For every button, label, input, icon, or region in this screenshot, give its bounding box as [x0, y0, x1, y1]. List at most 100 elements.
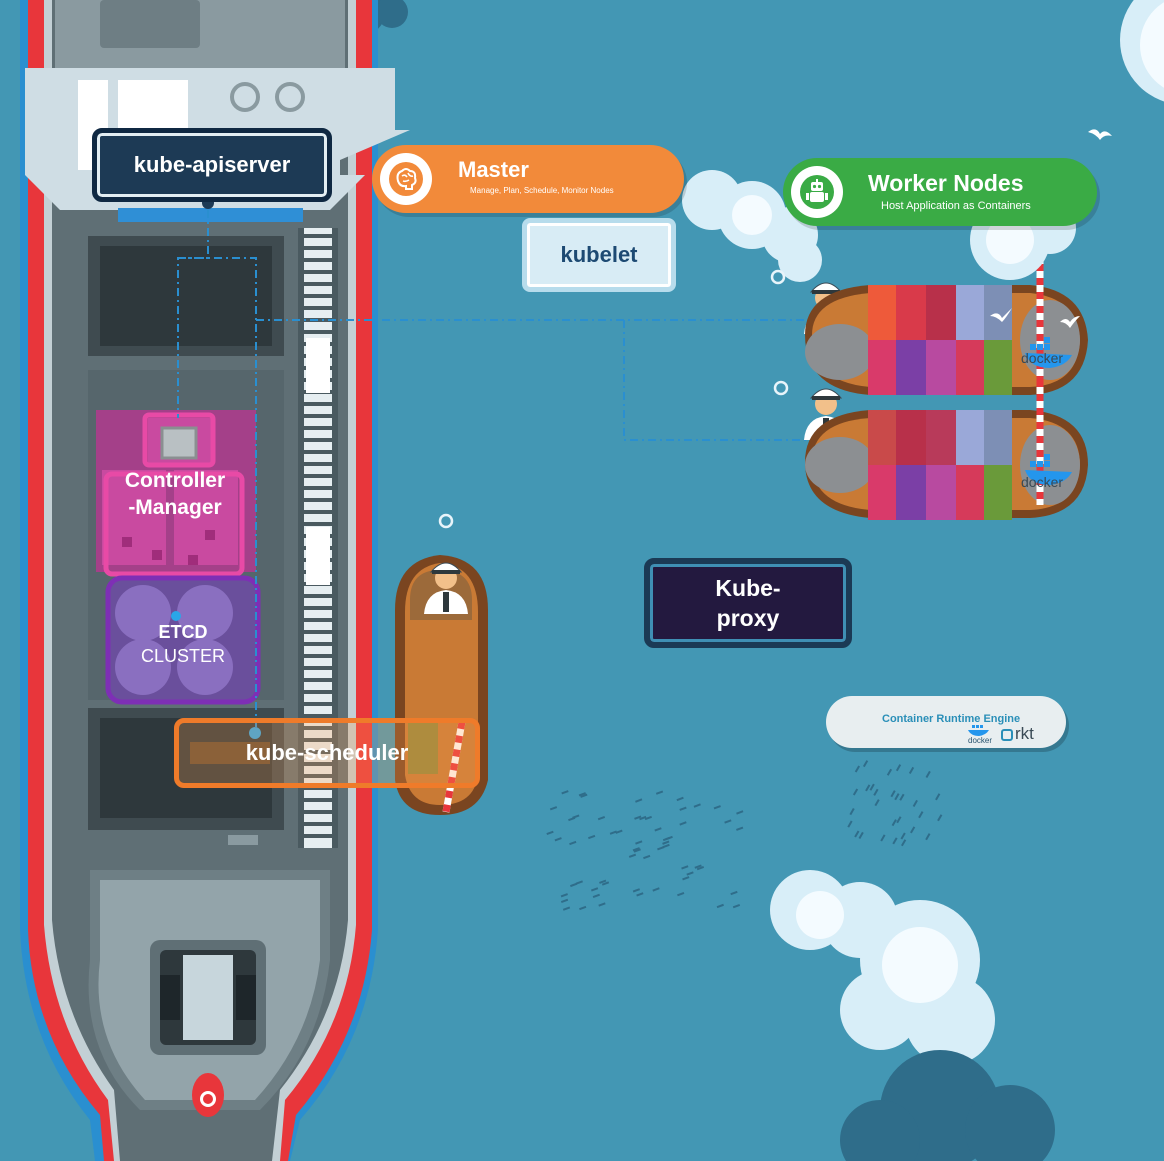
- fish-mark: [901, 839, 907, 847]
- fish-mark: [635, 798, 643, 803]
- fish-mark: [900, 832, 906, 840]
- rail-sleeper: [300, 702, 336, 706]
- fish-mark: [679, 821, 687, 826]
- rail-sleeper: [300, 594, 336, 598]
- docker-label-1: docker: [1021, 350, 1064, 366]
- fish-mark: [628, 853, 637, 858]
- fish-mark: [899, 793, 905, 801]
- fish-mark: [693, 803, 701, 808]
- runtime-title: Container Runtime Engine: [882, 713, 1021, 725]
- worker-title: Worker Nodes: [868, 170, 1024, 196]
- etcd-line-2: CLUSTER: [140, 646, 225, 666]
- fish-mark: [895, 764, 902, 772]
- fish-mark: [676, 796, 684, 802]
- fish-mark: [579, 905, 587, 911]
- fish-mark: [854, 830, 860, 838]
- kube-apiserver-label: kube-apiserver: [92, 128, 332, 202]
- fish-mark: [730, 890, 738, 896]
- fish-mark: [896, 816, 902, 824]
- rail-sleeper: [300, 666, 336, 670]
- fish-mark: [847, 820, 853, 828]
- fish-mark: [873, 788, 879, 796]
- rail-sleeper: [300, 510, 336, 514]
- kubelet-label: kubelet: [522, 218, 676, 292]
- master-banner: Master Manage, Plan, Schedule, Monitor N…: [372, 145, 684, 213]
- rail-sleeper: [300, 426, 336, 430]
- worker-boat-1: [805, 250, 1088, 400]
- fish-mark: [632, 888, 641, 893]
- kubelet-text: kubelet: [560, 242, 638, 267]
- rkt-icon: [1001, 729, 1013, 741]
- master-title: Master: [458, 157, 529, 182]
- fish-mark: [570, 882, 578, 888]
- rail-sleeper: [300, 450, 336, 454]
- rail-sleeper: [300, 690, 336, 694]
- rail-sleeper: [300, 234, 336, 238]
- fish-mark: [679, 806, 687, 811]
- fish-mark: [546, 830, 554, 836]
- rail-sleeper: [300, 618, 336, 622]
- fish-mark: [865, 784, 871, 792]
- fish-mark: [724, 819, 732, 824]
- rail-sleeper: [300, 294, 336, 298]
- kube-scheduler-text: kube-scheduler: [245, 740, 409, 765]
- fish-mark: [880, 834, 886, 842]
- docker-whale-icon: [968, 723, 990, 736]
- rail-sleeper: [300, 486, 336, 490]
- fish-mark: [874, 799, 880, 807]
- bubbles: [438, 269, 789, 529]
- fish-school: [546, 760, 943, 911]
- fish-mark: [560, 898, 569, 904]
- fish-mark: [736, 810, 744, 815]
- rail-sleeper: [300, 414, 336, 418]
- fish-mark: [869, 783, 875, 791]
- etcd-line-1: ETCD: [158, 622, 208, 642]
- fish-mark: [592, 893, 600, 898]
- fish-mark: [549, 806, 558, 811]
- kubernetes-ship-diagram: kube-apiserver Controller -Manager ETCD …: [0, 0, 1164, 1161]
- rail-sleeper: [300, 642, 336, 646]
- fish-mark: [561, 790, 569, 795]
- fish-mark: [732, 903, 741, 909]
- fish-mark: [890, 790, 896, 798]
- fish-mark: [560, 893, 568, 898]
- fish-mark: [636, 892, 644, 897]
- fish-mark: [713, 805, 721, 810]
- worker-boat-2: [805, 380, 1088, 520]
- fish-mark: [554, 837, 562, 842]
- fish-mark: [572, 814, 580, 819]
- rail-sleeper: [300, 522, 336, 526]
- cloud-top-right: [1120, 0, 1164, 102]
- kube-proxy-line-1: Kube-: [715, 575, 781, 601]
- rail-sleeper: [300, 402, 336, 406]
- fish-mark: [609, 830, 617, 835]
- rail-sleeper: [300, 258, 336, 262]
- runtime-rkt-label: rkt: [1015, 724, 1034, 743]
- fish-mark: [677, 891, 685, 897]
- controller-manager-label: Controller -Manager: [100, 466, 250, 522]
- fish-mark: [886, 768, 893, 776]
- rail-sleeper: [300, 810, 336, 814]
- rail-sleeper: [300, 834, 336, 838]
- fish-mark: [858, 831, 864, 839]
- rail-sleeper: [300, 798, 336, 802]
- fish-mark: [635, 840, 643, 845]
- containers-2: [868, 410, 1012, 520]
- master-subtitle: Manage, Plan, Schedule, Monitor Nodes: [470, 186, 614, 195]
- kube-scheduler-label: kube-scheduler: [174, 718, 480, 788]
- fish-mark: [716, 903, 724, 909]
- robot-icon: [791, 166, 843, 218]
- fish-mark: [892, 837, 898, 845]
- kube-apiserver-text: kube-apiserver: [133, 152, 291, 177]
- clouds-lower: [770, 870, 1055, 1161]
- rail-sleeper: [300, 822, 336, 826]
- rail-sleeper: [300, 270, 336, 274]
- fish-mark: [569, 840, 577, 846]
- fish-mark: [643, 854, 651, 860]
- fish-mark: [682, 876, 690, 881]
- containers-1: [868, 285, 1012, 395]
- fish-mark: [912, 799, 918, 807]
- rail-sleeper: [300, 330, 336, 334]
- fish-mark: [862, 760, 869, 768]
- fish-mark: [588, 834, 596, 840]
